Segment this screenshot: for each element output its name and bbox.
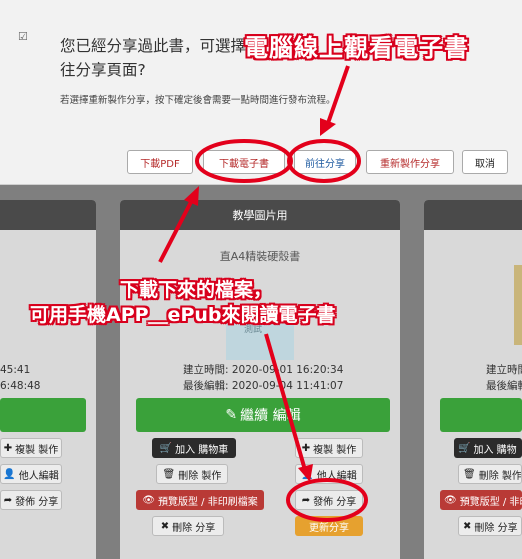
button-label: 發佈 分享 <box>15 496 59 508</box>
close-icon: ✖ <box>160 520 170 532</box>
button-label: 刪除 分享 <box>474 522 518 534</box>
trash-icon: 🗑 <box>162 468 176 480</box>
cancel-button[interactable]: 取消 <box>462 150 508 174</box>
button-label: 繼續 編輯 <box>240 408 301 424</box>
right-delete-make-button[interactable]: 🗑 刪除 製作 <box>458 464 522 484</box>
others-edit-button[interactable]: 👤 他人編輯 <box>295 464 363 484</box>
button-label: 他人編輯 <box>316 470 357 482</box>
dialog-description: 若選擇重新製作分享，按下確定後會需要一點時間進行發布流程。 <box>60 95 336 106</box>
right-continue-edit-button[interactable] <box>440 398 522 432</box>
card-title: 教學圖片用 <box>232 209 288 222</box>
right-created-time: 建立時間 <box>486 364 522 376</box>
edited-time: 最後編輯: 2020-09-04 11:41:07 <box>183 380 344 392</box>
right-add-cart-button[interactable]: 🛒 加入 購物 <box>454 438 522 458</box>
user-icon: 👤 <box>3 468 16 480</box>
add-cart-button[interactable]: 🛒 加入 購物車 <box>152 438 236 458</box>
publish-share-button[interactable]: ➦ 發佈 分享 <box>295 490 363 510</box>
update-share-button[interactable]: 更新分享 <box>295 516 363 536</box>
left-time-2: 6:48:48 <box>0 380 41 392</box>
plus-icon: ✚ <box>3 442 13 454</box>
button-label: 更新分享 <box>309 522 349 534</box>
card-header <box>424 200 522 230</box>
button-label: 刪除 分享 <box>172 522 216 534</box>
annotation-top: 電腦線上觀看電子書 <box>244 34 469 62</box>
plus-icon: ✚ <box>301 442 311 454</box>
button-label: 預覽版型 / 非印刷檔案 <box>157 496 258 508</box>
right-book-thumbnail[interactable] <box>514 265 522 345</box>
left-publish-share-button[interactable]: ➦ 發佈 分享 <box>0 490 62 510</box>
continue-edit-button[interactable]: ✎ 繼續 編輯 <box>136 398 390 432</box>
share-icon: ➦ <box>301 494 311 506</box>
right-preview-button[interactable]: 👁預覽版型 / 非印 <box>440 490 522 510</box>
card-subtitle: 直A4精裝硬殼書 <box>219 250 301 263</box>
button-label: 刪除 製作 <box>478 470 522 482</box>
share-icon: ➦ <box>3 494 13 506</box>
trash-icon: 🗑 <box>463 468 476 480</box>
preview-button[interactable]: 👁 預覽版型 / 非印刷檔案 <box>136 490 264 510</box>
pencil-icon: ✎ <box>225 407 238 423</box>
annotation-mid-line1: 下載下來的檔案， <box>120 279 273 301</box>
close-icon: ✖ <box>463 520 472 532</box>
button-label: 加入 購物 <box>473 444 517 456</box>
delete-share-button[interactable]: ✖ 刪除 分享 <box>152 516 224 536</box>
cart-icon: 🛒 <box>159 442 173 454</box>
go-share-button[interactable]: 前往分享 <box>294 150 356 174</box>
button-label: 加入 購物車 <box>175 444 229 456</box>
button-label: 複製 製作 <box>313 444 357 456</box>
cart-icon: 🛒 <box>458 442 471 454</box>
created-time: 建立時間: 2020-09-01 16:20:34 <box>183 364 344 376</box>
card-header <box>0 200 96 230</box>
eye-icon: 👁 <box>142 494 155 506</box>
button-label: 預覽版型 / 非印 <box>459 496 522 508</box>
button-label: 刪除 製作 <box>178 470 222 482</box>
right-delete-share-button[interactable]: ✖ 刪除 分享 <box>458 516 522 536</box>
button-label: 他人編輯 <box>18 470 59 482</box>
right-edited-time: 最後編輯 <box>486 380 522 392</box>
button-label: 複製 製作 <box>15 444 59 456</box>
card-header: 教學圖片用 <box>120 200 400 230</box>
left-others-edit-button[interactable]: 👤 他人編輯 <box>0 464 62 484</box>
button-label: 發佈 分享 <box>313 496 357 508</box>
download-ebook-button[interactable]: 下載電子書 <box>203 150 285 174</box>
eye-icon: 👁 <box>444 494 457 506</box>
left-copy-make-button[interactable]: ✚ 複製 製作 <box>0 438 62 458</box>
left-continue-edit-button[interactable] <box>0 398 86 432</box>
user-icon: 👤 <box>301 468 314 480</box>
checkbox-icon: ☑ <box>18 30 28 43</box>
left-time-1: 45:41 <box>0 364 31 376</box>
download-pdf-button[interactable]: 下載PDF <box>127 150 193 174</box>
delete-make-button[interactable]: 🗑 刪除 製作 <box>156 464 228 484</box>
annotation-mid-line2: 可用手機APP＿ePub來閱讀電子書 <box>30 304 336 326</box>
copy-make-button[interactable]: ✚ 複製 製作 <box>295 438 363 458</box>
reshare-button[interactable]: 重新製作分享 <box>366 150 454 174</box>
